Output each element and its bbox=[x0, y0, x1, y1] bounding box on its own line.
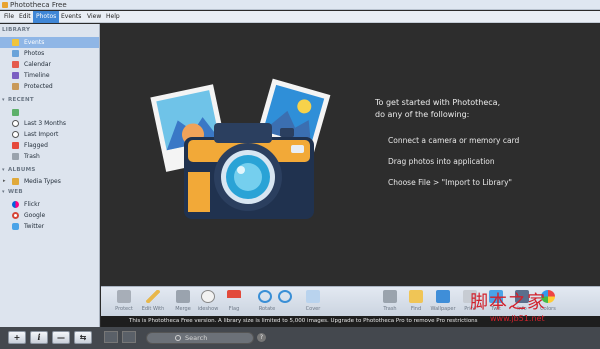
calendar-icon bbox=[12, 61, 19, 68]
lock-icon bbox=[12, 83, 19, 90]
sidebar-item-flickr[interactable]: Flickr bbox=[0, 199, 99, 210]
flickr-icon bbox=[12, 201, 19, 208]
welcome-title: To get started with Phototheca, do any o… bbox=[375, 98, 501, 119]
help-icon[interactable]: ? bbox=[257, 333, 266, 342]
watermark: 脚本之家 www.jb51.net bbox=[470, 288, 600, 328]
menu-events[interactable]: Events bbox=[58, 11, 84, 23]
sidebar-item-trash[interactable]: Trash bbox=[0, 151, 99, 162]
trash-button[interactable]: Trash bbox=[376, 287, 404, 317]
photos-icon bbox=[12, 50, 19, 57]
info-bar-text: This is Phototheca Free version. A libra… bbox=[129, 318, 478, 324]
search-icon bbox=[175, 335, 181, 341]
menu-help[interactable]: Help bbox=[103, 11, 123, 23]
sidebar-item-photos[interactable]: Photos bbox=[0, 48, 99, 59]
sidebar-item-flagged[interactable]: Flagged bbox=[0, 140, 99, 151]
flag-button[interactable]: Flag bbox=[220, 287, 248, 317]
remove-button[interactable]: — bbox=[52, 331, 70, 344]
cover-button[interactable]: Cover bbox=[299, 287, 327, 317]
section-albums-header[interactable]: ▾ ALBUMS bbox=[2, 167, 36, 173]
camera-illustration bbox=[150, 78, 331, 219]
wallpaper-button[interactable]: Wallpaper bbox=[429, 287, 457, 317]
play-icon bbox=[201, 290, 215, 303]
sidebar-item-media-types[interactable]: ▸ Media Types bbox=[0, 176, 99, 187]
sidebar-item-twitter[interactable]: Twitter bbox=[0, 221, 99, 232]
section-library-header: LIBRARY bbox=[2, 27, 31, 33]
search-box[interactable] bbox=[146, 332, 254, 344]
watermark-url: www.jb51.net bbox=[490, 314, 545, 323]
timeline-icon bbox=[12, 72, 19, 79]
add-button[interactable]: + bbox=[8, 331, 26, 344]
flag-icon bbox=[227, 290, 241, 303]
info-button-bottom[interactable]: i bbox=[30, 331, 48, 344]
section-web-header[interactable]: ▾ WEB bbox=[2, 189, 23, 195]
protect-icon bbox=[117, 290, 131, 303]
sidebar-item-last-import[interactable]: Last Import bbox=[0, 129, 99, 140]
merge-icon bbox=[176, 290, 190, 303]
bottom-bar: + i — ⇆ ? bbox=[0, 327, 600, 349]
watermark-title: 脚本之家 bbox=[470, 292, 546, 313]
sync-button[interactable]: ⇆ bbox=[74, 331, 92, 344]
pencil-icon bbox=[146, 290, 160, 303]
app-icon bbox=[2, 2, 8, 8]
rotate-left-icon bbox=[258, 290, 272, 303]
folder-icon bbox=[12, 178, 19, 185]
sidebar-item-recent-unnamed[interactable] bbox=[0, 107, 99, 118]
trash-icon bbox=[12, 153, 19, 160]
edit-with-button[interactable]: Edit With bbox=[139, 287, 167, 317]
hint-import-library: Choose File > "Import to Library" bbox=[388, 178, 512, 187]
flag-icon bbox=[12, 142, 19, 149]
clock-icon bbox=[12, 131, 19, 138]
protect-button[interactable]: Protect bbox=[110, 287, 138, 317]
sidebar-item-events[interactable]: Events bbox=[0, 37, 99, 48]
events-icon bbox=[12, 39, 19, 46]
list-view-button[interactable] bbox=[122, 331, 136, 343]
sidebar-item-timeline[interactable]: Timeline bbox=[0, 70, 99, 81]
menu-photos[interactable]: Photos bbox=[33, 11, 60, 23]
window-title: Phototheca Free bbox=[10, 1, 67, 9]
folder-search-icon bbox=[409, 290, 423, 303]
recent-icon bbox=[12, 109, 19, 116]
find-button[interactable]: Find bbox=[402, 287, 430, 317]
monitor-icon bbox=[436, 290, 450, 303]
slideshow-button[interactable]: ideshow bbox=[194, 287, 222, 317]
sidebar-item-protected[interactable]: Protected bbox=[0, 81, 99, 92]
hint-drag-photos: Drag photos into application bbox=[388, 157, 495, 166]
menu-edit[interactable]: Edit bbox=[16, 11, 34, 23]
title-bar: Phototheca Free bbox=[0, 0, 600, 10]
twitter-icon bbox=[12, 223, 19, 230]
grid-view-button[interactable] bbox=[104, 331, 118, 343]
section-recent-header: ▾ RECENT bbox=[2, 97, 34, 103]
sidebar-item-last-3-months[interactable]: Last 3 Months bbox=[0, 118, 99, 129]
menu-bar: File Edit Photos Events View Help bbox=[0, 11, 600, 23]
sidebar: LIBRARY Events Photos Calendar Timeline … bbox=[0, 24, 100, 327]
rotate-right-icon bbox=[278, 290, 292, 303]
hint-connect-camera: Connect a camera or memory card bbox=[388, 136, 520, 145]
main-view bbox=[101, 24, 600, 286]
merge-button[interactable]: Merge bbox=[169, 287, 197, 317]
cover-icon bbox=[306, 290, 320, 303]
rotate-button[interactable]: Rotate bbox=[259, 287, 299, 317]
sidebar-item-google[interactable]: Google bbox=[0, 210, 99, 221]
expand-arrow-icon[interactable]: ▸ bbox=[3, 176, 6, 187]
search-input[interactable] bbox=[185, 333, 249, 343]
trash-icon bbox=[383, 290, 397, 303]
google-icon bbox=[12, 212, 19, 219]
clock-icon bbox=[12, 120, 19, 127]
menu-view[interactable]: View bbox=[84, 11, 104, 23]
menu-file[interactable]: File bbox=[1, 11, 17, 23]
sidebar-item-calendar[interactable]: Calendar bbox=[0, 59, 99, 70]
